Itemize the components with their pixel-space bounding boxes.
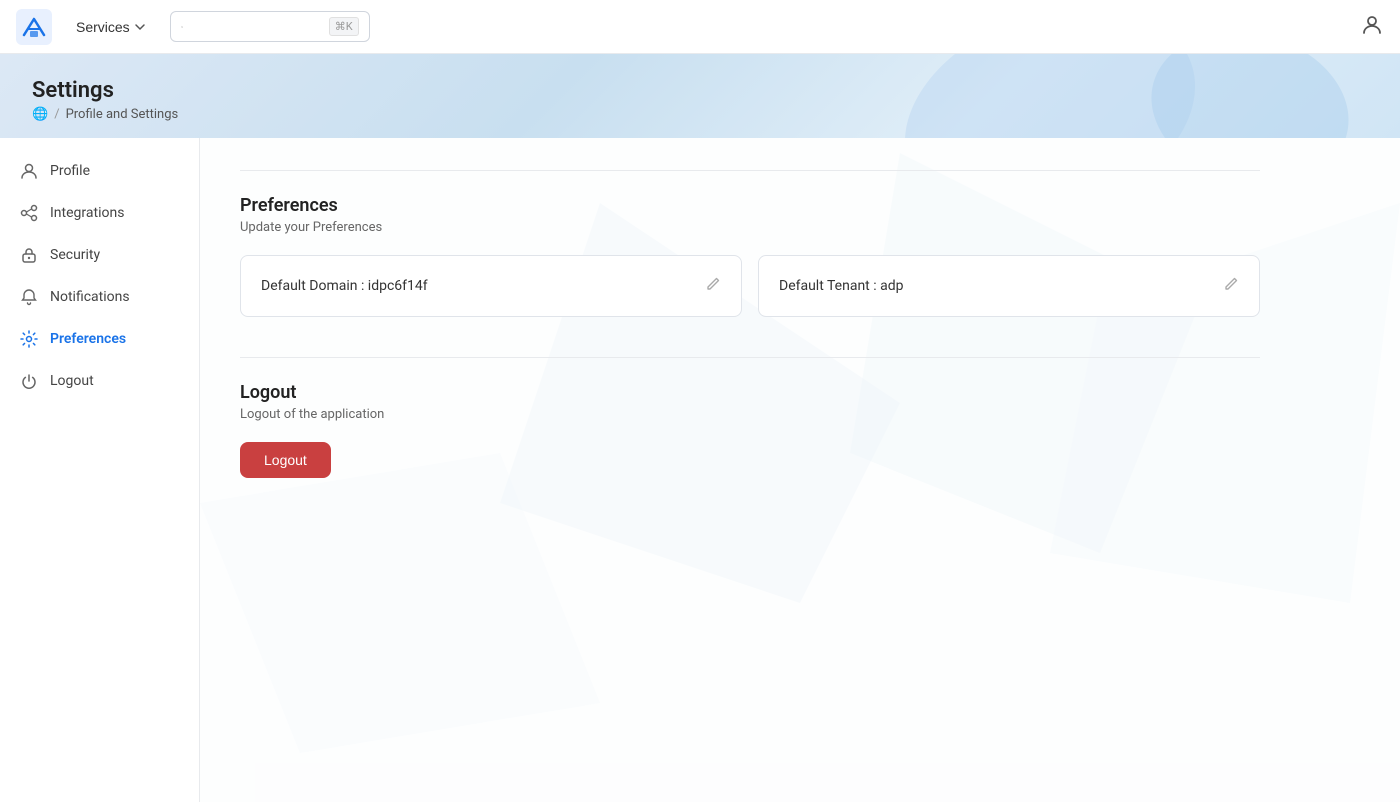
default-domain-label: Default Domain : idpc6f14f bbox=[261, 278, 428, 294]
chevron-down-icon bbox=[134, 21, 146, 33]
main-inner: Preferences Update your Preferences Defa… bbox=[200, 138, 1300, 510]
user-account-icon[interactable] bbox=[1360, 13, 1384, 41]
logout-section-title: Logout bbox=[240, 382, 1260, 403]
default-tenant-label: Default Tenant : adp bbox=[779, 278, 903, 294]
sidebar: Profile Integrations Security bbox=[0, 138, 200, 802]
default-domain-card: Default Domain : idpc6f14f bbox=[240, 255, 742, 317]
logout-section-desc: Logout of the application bbox=[240, 407, 1260, 422]
integrations-icon bbox=[20, 204, 38, 222]
preferences-section-desc: Update your Preferences bbox=[240, 220, 1260, 235]
sidebar-notifications-label: Notifications bbox=[50, 289, 130, 305]
search-icon bbox=[181, 20, 183, 34]
breadcrumb-home[interactable]: 🌐 bbox=[32, 107, 48, 122]
person-icon bbox=[20, 162, 38, 180]
sidebar-logout-label: Logout bbox=[50, 373, 94, 389]
breadcrumb-current: Profile and Settings bbox=[66, 107, 179, 122]
services-label: Services bbox=[76, 19, 130, 35]
sidebar-integrations-label: Integrations bbox=[50, 205, 124, 221]
top-navigation: Services ⌘K bbox=[0, 0, 1400, 54]
topnav-right bbox=[1360, 13, 1384, 41]
power-icon bbox=[20, 372, 38, 390]
search-shortcut: ⌘K bbox=[329, 17, 359, 36]
lock-icon bbox=[20, 246, 38, 264]
edit-domain-icon[interactable] bbox=[705, 276, 721, 296]
preferences-cards-row: Default Domain : idpc6f14f Default Tenan… bbox=[240, 255, 1260, 317]
search-bar[interactable]: ⌘K bbox=[170, 11, 370, 42]
sidebar-preferences-label: Preferences bbox=[50, 331, 126, 347]
sidebar-item-profile[interactable]: Profile bbox=[0, 150, 199, 192]
sidebar-item-security[interactable]: Security bbox=[0, 234, 199, 276]
sidebar-item-integrations[interactable]: Integrations bbox=[0, 192, 199, 234]
sidebar-item-preferences[interactable]: Preferences bbox=[0, 318, 199, 360]
preferences-section-title: Preferences bbox=[240, 195, 1260, 216]
services-button[interactable]: Services bbox=[68, 15, 154, 39]
logout-divider bbox=[240, 357, 1260, 358]
sidebar-item-logout[interactable]: Logout bbox=[0, 360, 199, 402]
edit-tenant-icon[interactable] bbox=[1223, 276, 1239, 296]
logout-section: Logout Logout of the application Logout bbox=[240, 357, 1260, 478]
bell-icon bbox=[20, 288, 38, 306]
logout-button[interactable]: Logout bbox=[240, 442, 331, 478]
topnav-left: Services ⌘K bbox=[16, 9, 370, 45]
search-input[interactable] bbox=[191, 19, 321, 34]
main-layout: Profile Integrations Security bbox=[0, 138, 1400, 802]
gear-icon bbox=[20, 330, 38, 348]
main-content: Preferences Update your Preferences Defa… bbox=[200, 138, 1400, 802]
breadcrumb-separator: / bbox=[54, 107, 59, 122]
sidebar-item-notifications[interactable]: Notifications bbox=[0, 276, 199, 318]
breadcrumb: 🌐 / Profile and Settings bbox=[32, 107, 1368, 122]
sidebar-security-label: Security bbox=[50, 247, 100, 263]
app-logo[interactable] bbox=[16, 9, 52, 45]
page-header: Settings 🌐 / Profile and Settings bbox=[0, 54, 1400, 138]
default-tenant-card: Default Tenant : adp bbox=[758, 255, 1260, 317]
page-title: Settings bbox=[32, 78, 1368, 103]
sidebar-profile-label: Profile bbox=[50, 163, 90, 179]
preferences-divider bbox=[240, 170, 1260, 171]
